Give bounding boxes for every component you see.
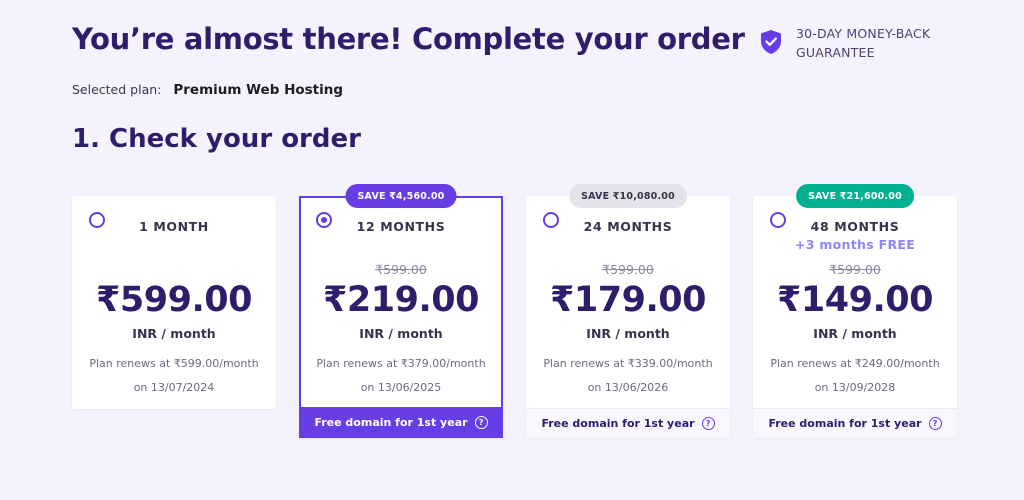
plan-price: ₹599.00 [96, 280, 252, 320]
plan-renewal-info: Plan renews at ₹379.00/month on 13/06/20… [311, 352, 491, 400]
help-icon[interactable]: ? [701, 417, 715, 430]
selected-plan: Selected plan: Premium Web Hosting [72, 82, 343, 98]
plan-card-24-months[interactable]: 24 MONTHS ₹599.00 ₹179.00 INR / month Pl… [526, 196, 730, 438]
free-domain-footer: Free domain for 1st year ? [526, 408, 730, 438]
selected-plan-name: Premium Web Hosting [173, 82, 344, 98]
help-icon[interactable]: ? [474, 416, 488, 429]
money-back-guarantee: 30-DAY MONEY-BACK GUARANTEE [760, 24, 946, 62]
plan-bonus: +3 months FREE [794, 237, 916, 252]
plan-period: 12 MONTHS [356, 219, 446, 234]
renewal-date: on 13/06/2025 [360, 381, 442, 394]
renewal-price: Plan renews at ₹599.00/month [89, 357, 259, 370]
plan-price-unit: INR / month [813, 326, 897, 341]
plan-old-price: ₹599.00 [375, 262, 427, 277]
plan-card-48-months[interactable]: 48 MONTHS +3 months FREE ₹599.00 ₹149.00… [753, 196, 957, 438]
renewal-price: Plan renews at ₹379.00/month [316, 357, 486, 370]
plan-price-unit: INR / month [132, 326, 216, 341]
plan-period: 1 MONTH [139, 219, 209, 234]
renewal-price: Plan renews at ₹249.00/month [770, 357, 940, 370]
savings-badge-12-months: SAVE ₹4,560.00 [345, 184, 457, 208]
renewal-price: Plan renews at ₹339.00/month [543, 357, 713, 370]
plan-renewal-info: Plan renews at ₹599.00/month on 13/07/20… [82, 352, 266, 400]
shield-check-icon [761, 30, 781, 54]
plan-old-price: ₹599.00 [829, 262, 881, 277]
savings-badge-48-months: SAVE ₹21,600.00 [796, 184, 914, 208]
free-domain-label: Free domain for 1st year [768, 417, 922, 430]
plan-price-unit: INR / month [586, 326, 670, 341]
plan-renewal-info: Plan renews at ₹249.00/month on 13/09/20… [763, 352, 947, 400]
plan-period: 24 MONTHS [583, 219, 673, 234]
plan-card-12-months[interactable]: 12 MONTHS ₹599.00 ₹219.00 INR / month Pl… [299, 196, 503, 438]
plan-period: 48 MONTHS [810, 219, 900, 234]
plan-renewal-info: Plan renews at ₹339.00/month on 13/06/20… [536, 352, 720, 400]
plan-price-unit: INR / month [359, 326, 443, 341]
renewal-date: on 13/07/2024 [133, 381, 215, 394]
selected-plan-label: Selected plan: [72, 82, 162, 97]
guarantee-text: 30-DAY MONEY-BACK GUARANTEE [796, 26, 931, 60]
free-domain-footer: Free domain for 1st year ? [753, 408, 957, 438]
savings-badge-24-months: SAVE ₹10,080.00 [569, 184, 687, 208]
section-title: 1. Check your order [72, 124, 361, 154]
plan-price: ₹149.00 [777, 280, 933, 320]
free-domain-label: Free domain for 1st year [541, 417, 695, 430]
plan-price: ₹179.00 [550, 280, 706, 320]
renewal-date: on 13/09/2028 [814, 381, 896, 394]
plan-card-1-month[interactable]: 1 MONTH ₹599.00 INR / month Plan renews … [72, 196, 276, 409]
plan-price: ₹219.00 [323, 280, 479, 320]
page-title: You’re almost there! Complete your order [72, 22, 745, 56]
help-icon[interactable]: ? [928, 417, 942, 430]
free-domain-label: Free domain for 1st year [314, 416, 468, 429]
renewal-date: on 13/06/2026 [587, 381, 669, 394]
plan-old-price: ₹599.00 [602, 262, 654, 277]
free-domain-footer: Free domain for 1st year ? [299, 407, 503, 438]
